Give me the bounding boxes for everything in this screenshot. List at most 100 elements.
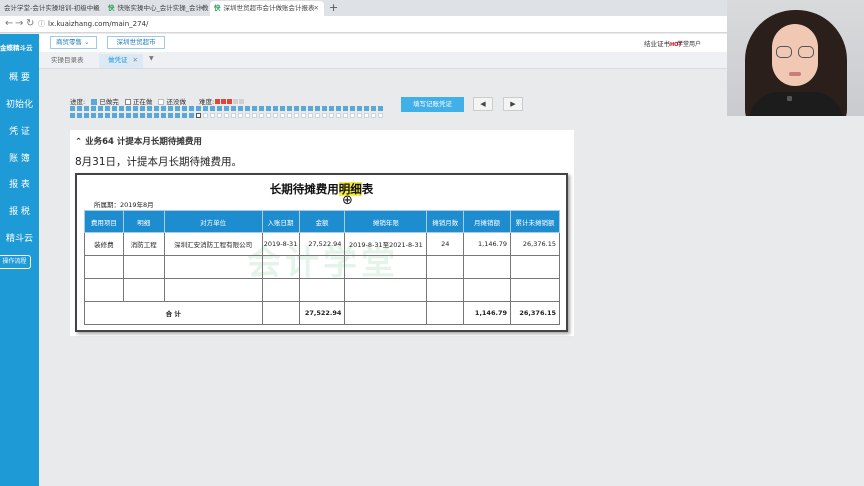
progress-cell[interactable] [210, 113, 215, 118]
progress-cell[interactable] [112, 113, 117, 118]
tab-make-voucher[interactable]: 做凭证 ✕ [99, 54, 143, 68]
progress-cell[interactable] [315, 106, 320, 111]
url-field[interactable]: ⓘ lx.kuaizhang.com/main_274/ [38, 18, 148, 31]
progress-cell[interactable] [217, 113, 222, 118]
sidebar-item-voucher[interactable]: 凭 证 [0, 124, 39, 137]
progress-cell[interactable] [133, 113, 138, 118]
progress-cell[interactable] [105, 106, 110, 111]
progress-cell[interactable] [322, 106, 327, 111]
forward-icon[interactable]: → [15, 18, 23, 30]
progress-cell[interactable] [238, 113, 243, 118]
progress-cell[interactable] [231, 106, 236, 111]
close-icon[interactable]: ✕ [314, 1, 319, 16]
progress-cell[interactable] [357, 106, 362, 111]
browser-tab-3[interactable]: 快深圳世贸超市会计做账会计报表 ✕ [210, 1, 324, 16]
sidebar-item-overview[interactable]: 概 要 [0, 70, 39, 83]
progress-cell[interactable] [224, 113, 229, 118]
progress-cell[interactable] [77, 113, 82, 118]
progress-cell[interactable] [231, 113, 236, 118]
user-name[interactable]: 学堂用户 [677, 39, 701, 48]
progress-cell[interactable] [336, 106, 341, 111]
progress-cell[interactable] [203, 113, 208, 118]
progress-cell[interactable] [308, 113, 313, 118]
progress-cell[interactable] [126, 106, 131, 111]
browser-tab-2[interactable]: 快快账实操中心_会计实操_会计教 ✕ [104, 1, 210, 16]
progress-cell[interactable] [119, 106, 124, 111]
progress-cell[interactable] [217, 106, 222, 111]
progress-cell[interactable] [259, 106, 264, 111]
progress-cell[interactable] [329, 113, 334, 118]
sidebar-item-cloud[interactable]: 精斗云 [0, 231, 39, 244]
progress-cell[interactable] [266, 106, 271, 111]
progress-cell[interactable] [105, 113, 110, 118]
progress-cell[interactable] [91, 106, 96, 111]
back-icon[interactable]: ← [5, 18, 13, 30]
progress-cell[interactable] [147, 113, 152, 118]
progress-cell[interactable] [273, 113, 278, 118]
sidebar-item-report[interactable]: 报 表 [0, 177, 39, 190]
next-task-button[interactable]: ▶ [503, 97, 523, 111]
progress-cell[interactable] [70, 113, 75, 118]
new-tab-button[interactable]: + [329, 0, 338, 15]
progress-cell[interactable] [287, 113, 292, 118]
progress-cell[interactable] [112, 106, 117, 111]
progress-cell[interactable] [210, 106, 215, 111]
sidebar-item-ledger[interactable]: 账 簿 [0, 151, 39, 164]
progress-cell[interactable] [140, 113, 145, 118]
progress-cell[interactable] [182, 106, 187, 111]
fill-voucher-button[interactable]: 填写记账凭证 [401, 97, 464, 112]
progress-cell[interactable] [119, 113, 124, 118]
progress-cell[interactable] [371, 113, 376, 118]
progress-cell[interactable] [294, 113, 299, 118]
collapse-icon[interactable]: ⌃ [75, 137, 82, 147]
progress-cell[interactable] [140, 106, 145, 111]
progress-cell[interactable] [154, 113, 159, 118]
progress-cell[interactable] [252, 106, 257, 111]
progress-cell[interactable] [189, 106, 194, 111]
progress-cell[interactable] [301, 106, 306, 111]
browser-tab-1[interactable]: 会计学堂-会计实操培训-初级中级 ✕ [0, 1, 104, 16]
progress-cell[interactable] [98, 113, 103, 118]
progress-cell[interactable] [301, 113, 306, 118]
sidebar-item-init[interactable]: 初始化 [0, 97, 39, 110]
progress-cell[interactable] [350, 113, 355, 118]
progress-cell[interactable] [133, 106, 138, 111]
progress-cell[interactable] [196, 106, 201, 111]
progress-cell[interactable] [259, 113, 264, 118]
progress-cell[interactable] [161, 113, 166, 118]
caret-down-icon[interactable]: ▼ [149, 55, 154, 62]
progress-cell[interactable] [238, 106, 243, 111]
reload-icon[interactable]: ↻ [26, 18, 34, 30]
progress-cell[interactable] [280, 106, 285, 111]
progress-cell[interactable] [196, 113, 201, 118]
progress-cell[interactable] [294, 106, 299, 111]
progress-cell[interactable] [378, 113, 383, 118]
progress-cell[interactable] [98, 106, 103, 111]
progress-cell[interactable] [280, 113, 285, 118]
progress-cell[interactable] [322, 113, 327, 118]
progress-cell[interactable] [126, 113, 131, 118]
progress-cell[interactable] [364, 106, 369, 111]
progress-cell[interactable] [84, 113, 89, 118]
op-flow-button[interactable]: 操作流程 [0, 255, 31, 269]
progress-cell[interactable] [266, 113, 271, 118]
prev-task-button[interactable]: ◀ [473, 97, 493, 111]
progress-cell[interactable] [70, 106, 75, 111]
progress-cell[interactable] [175, 113, 180, 118]
industry-select[interactable]: 商贸零售 ⌄ [50, 36, 97, 49]
progress-cell[interactable] [371, 106, 376, 111]
progress-cell[interactable] [343, 113, 348, 118]
close-icon[interactable]: ✕ [94, 1, 99, 16]
progress-cell[interactable] [252, 113, 257, 118]
progress-cell[interactable] [182, 113, 187, 118]
sidebar-item-tax[interactable]: 报 税 [0, 204, 39, 217]
company-select[interactable]: 深圳世贸超市 [107, 36, 165, 49]
progress-cell[interactable] [273, 106, 278, 111]
progress-cell[interactable] [175, 106, 180, 111]
progress-cell[interactable] [84, 106, 89, 111]
progress-cell[interactable] [245, 106, 250, 111]
progress-cell[interactable] [77, 106, 82, 111]
tab-practice-catalog[interactable]: 实操目录表 [45, 54, 90, 67]
progress-cell[interactable] [308, 106, 313, 111]
progress-cell[interactable] [161, 106, 166, 111]
